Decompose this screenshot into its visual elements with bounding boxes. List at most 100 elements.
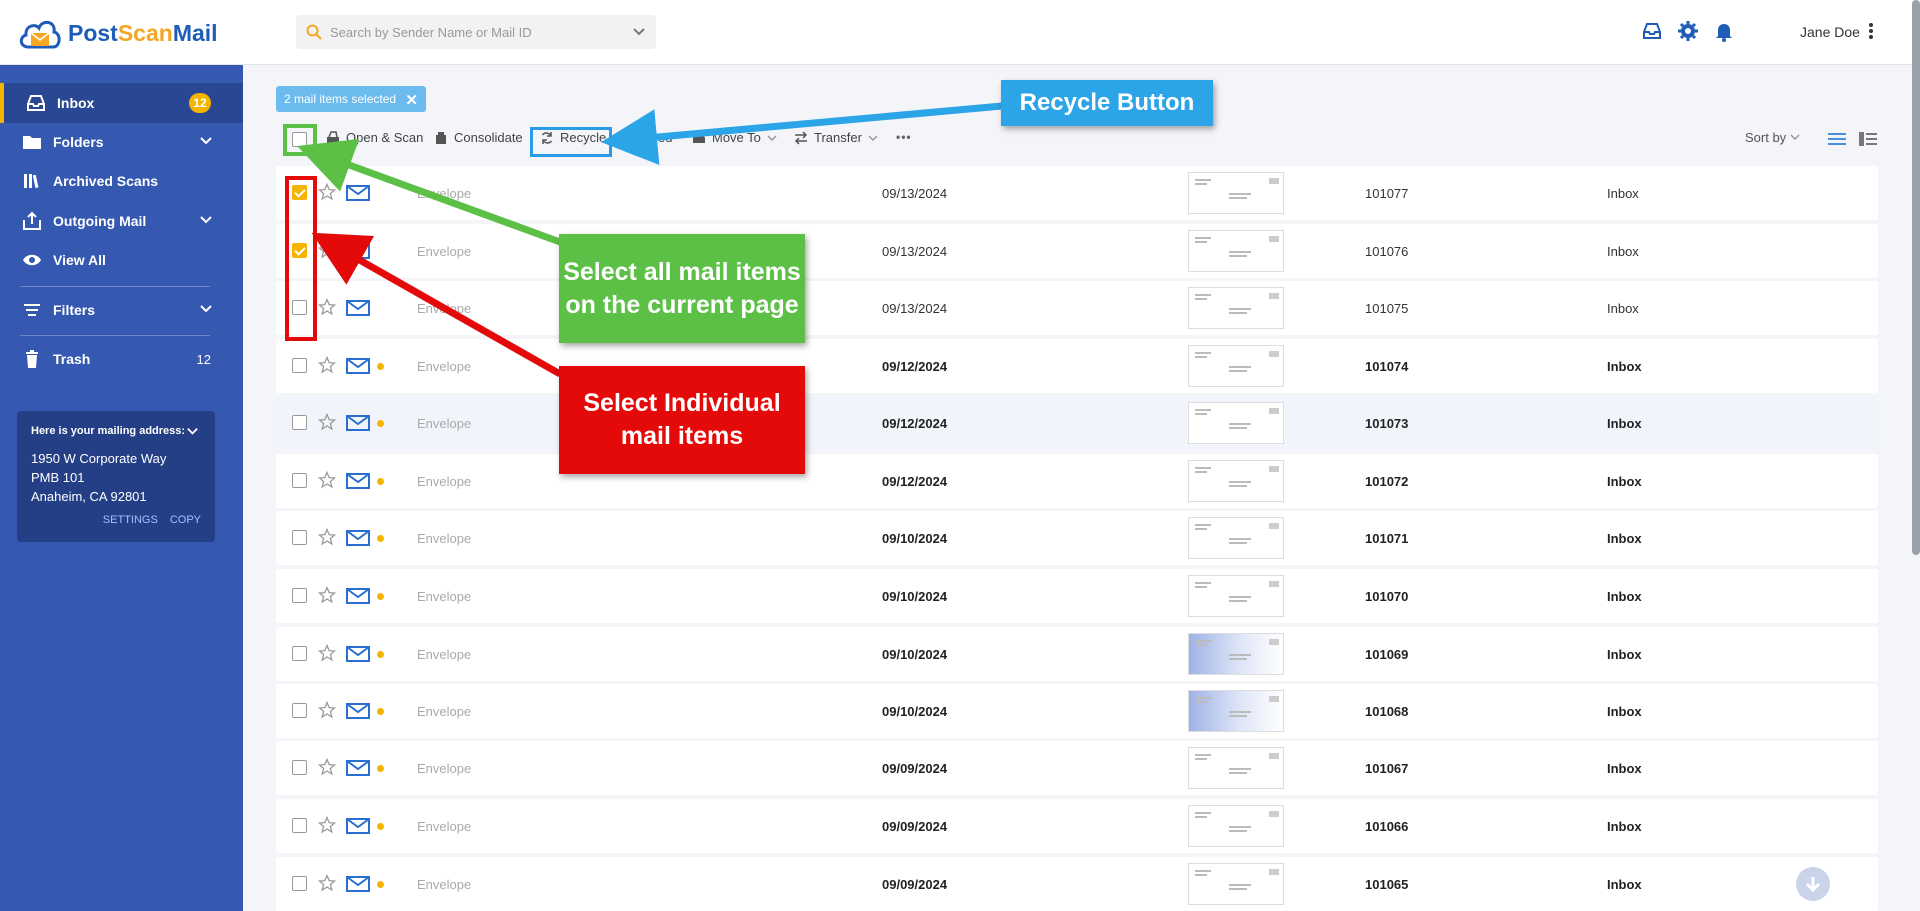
row-checkbox[interactable]	[292, 530, 307, 545]
open-scan-button[interactable]: Open & Scan	[326, 130, 423, 145]
user-menu-icon[interactable]	[1868, 22, 1874, 40]
star-icon[interactable]	[318, 183, 336, 201]
table-row[interactable]: Envelope 09/09/2024 101065 Inbox	[276, 857, 1878, 911]
gear-icon[interactable]	[1677, 20, 1699, 42]
sidebar-item-folders[interactable]: Folders	[0, 122, 243, 162]
scroll-down-button[interactable]	[1796, 867, 1830, 901]
envelope-thumbnail[interactable]	[1188, 172, 1284, 214]
row-checkbox[interactable]	[292, 415, 307, 430]
table-row[interactable]: Envelope 09/12/2024 101072 Inbox	[276, 454, 1878, 508]
row-checkbox[interactable]	[292, 876, 307, 891]
scrollbar[interactable]	[1912, 0, 1920, 555]
sidebar-item-outgoing-mail[interactable]: Outgoing Mail	[0, 201, 243, 241]
row-date: 09/10/2024	[882, 589, 948, 604]
sidebar-item-archived-scans[interactable]: Archived Scans	[0, 161, 243, 201]
close-icon[interactable]: ✕	[405, 91, 418, 109]
mailing-address-title: Here is your mailing address:	[31, 425, 186, 437]
table-row[interactable]: Envelope 09/13/2024 101076 Inbox	[276, 224, 1878, 278]
logo[interactable]: PostScanMail	[18, 12, 218, 54]
row-checkbox[interactable]	[292, 760, 307, 775]
filter-icon	[24, 304, 40, 316]
envelope-thumbnail[interactable]	[1188, 402, 1284, 444]
sidebar-item-inbox[interactable]: Inbox 12	[0, 83, 243, 123]
chevron-down-icon[interactable]	[186, 425, 199, 438]
table-row[interactable]: Envelope 09/10/2024 101071 Inbox	[276, 511, 1878, 565]
envelope-thumbnail[interactable]	[1188, 863, 1284, 905]
address-copy-link[interactable]: COPY	[170, 514, 201, 526]
row-checkbox[interactable]	[292, 646, 307, 661]
unread-dot	[377, 363, 384, 370]
chevron-down-icon[interactable]	[199, 302, 213, 316]
consolidate-button[interactable]: Consolidate	[434, 130, 523, 145]
table-row[interactable]: Envelope 09/09/2024 101066 Inbox	[276, 799, 1878, 853]
list-view-icon[interactable]	[1828, 132, 1846, 146]
star-icon[interactable]	[318, 816, 336, 834]
search-bar[interactable]	[296, 15, 656, 49]
sidebar-item-filters[interactable]: Filters	[0, 290, 243, 330]
user-name[interactable]: Jane Doe	[1800, 24, 1860, 40]
sort-by-dropdown[interactable]: Sort by	[1745, 130, 1800, 145]
star-icon[interactable]	[318, 874, 336, 892]
unread-dot	[377, 651, 384, 658]
star-icon[interactable]	[318, 586, 336, 604]
transfer-button[interactable]: Transfer	[794, 130, 878, 145]
star-icon[interactable]	[318, 644, 336, 662]
sidebar-divider	[20, 286, 210, 287]
envelope-icon	[346, 818, 370, 834]
row-sender: Envelope	[417, 244, 472, 259]
bell-icon[interactable]	[1713, 20, 1735, 42]
row-date: 09/13/2024	[882, 186, 948, 201]
envelope-thumbnail[interactable]	[1188, 345, 1284, 387]
chevron-down-icon[interactable]	[199, 213, 213, 227]
move-to-button[interactable]: Move To	[692, 130, 777, 145]
table-row[interactable]: Envelope 09/13/2024 101075 Inbox	[276, 281, 1878, 335]
star-icon[interactable]	[318, 758, 336, 776]
envelope-icon	[346, 415, 370, 431]
envelope-thumbnail[interactable]	[1188, 517, 1284, 559]
chevron-down-icon[interactable]	[199, 134, 213, 148]
sidebar-item-view-all[interactable]: View All	[0, 240, 243, 280]
star-icon[interactable]	[318, 298, 336, 316]
shred-button[interactable]: ed	[622, 130, 672, 145]
row-date: 09/10/2024	[882, 531, 948, 546]
envelope-thumbnail[interactable]	[1188, 633, 1284, 675]
address-settings-link[interactable]: SETTINGS	[103, 514, 158, 526]
row-checkbox[interactable]	[292, 358, 307, 373]
envelope-thumbnail[interactable]	[1188, 805, 1284, 847]
envelope-thumbnail[interactable]	[1188, 230, 1284, 272]
row-checkbox[interactable]	[292, 818, 307, 833]
envelope-thumbnail[interactable]	[1188, 575, 1284, 617]
envelope-thumbnail[interactable]	[1188, 690, 1284, 732]
inbox-tray-icon[interactable]	[1641, 20, 1663, 42]
table-row[interactable]: Envelope 09/12/2024 101074 Inbox	[276, 339, 1878, 393]
row-date: 09/09/2024	[882, 761, 948, 776]
star-icon[interactable]	[318, 241, 336, 259]
chevron-down-icon[interactable]	[632, 24, 646, 38]
table-row[interactable]: Envelope 09/09/2024 101067 Inbox	[276, 741, 1878, 795]
more-options-icon[interactable]: •••	[896, 130, 912, 144]
row-checkbox[interactable]	[292, 473, 307, 488]
row-sender: Envelope	[417, 301, 472, 316]
row-location: Inbox	[1607, 244, 1639, 259]
row-checkbox[interactable]	[292, 588, 307, 603]
search-input[interactable]	[330, 24, 620, 40]
table-row[interactable]: Envelope 09/12/2024 101073 Inbox	[276, 396, 1878, 450]
envelope-thumbnail[interactable]	[1188, 460, 1284, 502]
row-mail-id: 101069	[1365, 647, 1409, 662]
envelope-thumbnail[interactable]	[1188, 747, 1284, 789]
address-line: 1950 W Corporate Way	[31, 451, 167, 466]
star-icon[interactable]	[318, 413, 336, 431]
table-row[interactable]: Envelope 09/13/2024 101077 Inbox	[276, 166, 1878, 220]
envelope-thumbnail[interactable]	[1188, 287, 1284, 329]
row-checkbox[interactable]	[292, 703, 307, 718]
row-sender: Envelope	[417, 416, 472, 431]
sidebar-item-trash[interactable]: Trash 12	[0, 339, 243, 379]
table-row[interactable]: Envelope 09/10/2024 101069 Inbox	[276, 627, 1878, 681]
detail-view-icon[interactable]	[1859, 132, 1877, 146]
table-row[interactable]: Envelope 09/10/2024 101068 Inbox	[276, 684, 1878, 738]
star-icon[interactable]	[318, 701, 336, 719]
star-icon[interactable]	[318, 471, 336, 489]
table-row[interactable]: Envelope 09/10/2024 101070 Inbox	[276, 569, 1878, 623]
star-icon[interactable]	[318, 528, 336, 546]
star-icon[interactable]	[318, 356, 336, 374]
